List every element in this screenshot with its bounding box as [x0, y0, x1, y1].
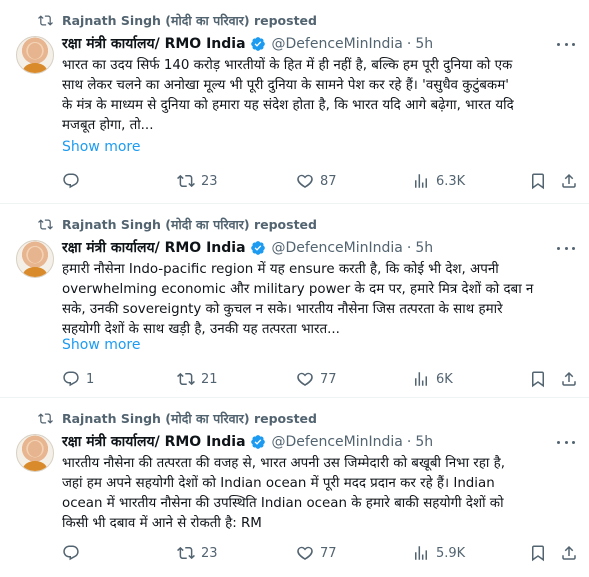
timestamp[interactable]: 5h: [415, 34, 433, 54]
retweet-icon: [177, 372, 195, 386]
reply-button[interactable]: [62, 172, 86, 190]
repost-context[interactable]: Rajnath Singh (मोदी का परिवार) reposted: [38, 410, 317, 427]
bookmark-button[interactable]: [529, 172, 547, 190]
bookmark-icon: [532, 545, 544, 562]
like-button[interactable]: 77: [296, 544, 337, 562]
reply-button[interactable]: 1: [62, 370, 94, 388]
retweet-button[interactable]: 23: [177, 172, 218, 190]
share-button[interactable]: [560, 370, 578, 388]
retweet-count: 23: [201, 173, 218, 189]
repost-context[interactable]: Rajnath Singh (मोदी का परिवार) reposted: [38, 12, 317, 29]
tweet[interactable]: Rajnath Singh (मोदी का परिवार) reposted …: [0, 204, 589, 398]
author-name[interactable]: रक्षा मंत्री कार्यालय/ RMO India: [62, 432, 246, 452]
views-count: 6K: [436, 371, 453, 387]
retweet-button[interactable]: 23: [177, 544, 218, 562]
tweet-actions: 1 21 77 6K: [62, 370, 577, 390]
tweet-text: भारतीय नौसेना की तत्परता की वजह से, भारत…: [62, 456, 505, 531]
tweet[interactable]: Rajnath Singh (मोदी का परिवार) reposted …: [0, 0, 589, 204]
views-count: 5.9K: [436, 545, 466, 561]
retweet-count: 23: [201, 545, 218, 561]
tweet-text: हमारी नौसेना Indo-pacific region में यह …: [62, 262, 534, 337]
heart-icon: [297, 372, 313, 386]
more-options-icon[interactable]: [557, 38, 575, 50]
share-button[interactable]: [560, 544, 578, 562]
separator: ·: [406, 36, 412, 52]
avatar[interactable]: [16, 36, 54, 74]
bookmark-icon: [532, 173, 544, 190]
repost-context[interactable]: Rajnath Singh (मोदी का परिवार) reposted: [38, 216, 317, 233]
views-button[interactable]: 6.3K: [412, 172, 465, 190]
retweet-count: 21: [201, 371, 218, 387]
views-button[interactable]: 6K: [412, 370, 453, 388]
repost-label: Rajnath Singh (मोदी का परिवार) reposted: [62, 217, 317, 232]
author-handle[interactable]: @DefenceMinIndia: [272, 34, 403, 54]
like-count: 77: [320, 545, 337, 561]
show-more-link[interactable]: Show more: [62, 337, 141, 353]
tweet[interactable]: Rajnath Singh (मोदी का परिवार) reposted …: [0, 398, 589, 577]
separator: ·: [406, 434, 412, 450]
avatar[interactable]: [16, 434, 54, 472]
repost-label: Rajnath Singh (मोदी का परिवार) reposted: [62, 13, 317, 28]
like-button[interactable]: 77: [296, 370, 337, 388]
author-handle[interactable]: @DefenceMinIndia: [272, 432, 403, 452]
views-icon: [415, 372, 427, 386]
share-icon: [562, 545, 576, 560]
share-button[interactable]: [560, 172, 578, 190]
more-options-icon[interactable]: [557, 436, 575, 448]
repost-icon: [38, 219, 53, 230]
repost-label: Rajnath Singh (मोदी का परिवार) reposted: [62, 411, 317, 426]
timestamp[interactable]: 5h: [415, 238, 433, 258]
heart-icon: [297, 546, 313, 560]
tweet-header: रक्षा मंत्री कार्यालय/ RMO India @Defenc…: [62, 34, 433, 54]
heart-icon: [297, 174, 313, 188]
reply-count: 1: [86, 371, 95, 387]
reply-icon: [63, 545, 79, 561]
views-count: 6.3K: [436, 173, 466, 189]
show-more-link[interactable]: Show more: [62, 139, 141, 155]
like-count: 87: [320, 173, 337, 189]
separator: ·: [406, 240, 412, 256]
repost-icon: [38, 413, 53, 424]
like-button[interactable]: 87: [296, 172, 337, 190]
retweet-button[interactable]: 21: [177, 370, 218, 388]
bookmark-button[interactable]: [529, 544, 547, 562]
views-button[interactable]: 5.9K: [412, 544, 465, 562]
bookmark-button[interactable]: [529, 370, 547, 388]
timestamp[interactable]: 5h: [415, 432, 433, 452]
share-icon: [562, 371, 576, 386]
bookmark-icon: [532, 371, 544, 388]
reply-icon: [63, 173, 79, 189]
reply-button[interactable]: [62, 544, 86, 562]
tweet-header: रक्षा मंत्री कार्यालय/ RMO India @Defenc…: [62, 432, 433, 452]
retweet-icon: [177, 546, 195, 560]
verified-badge-icon: [250, 435, 265, 449]
more-options-icon[interactable]: [557, 242, 575, 254]
retweet-icon: [177, 174, 195, 188]
tweet-actions: 23 87 6.3K: [62, 172, 577, 192]
reply-icon: [63, 371, 79, 387]
views-icon: [415, 174, 427, 188]
author-name[interactable]: रक्षा मंत्री कार्यालय/ RMO India: [62, 34, 246, 54]
share-icon: [562, 173, 576, 188]
views-icon: [415, 546, 427, 560]
author-name[interactable]: रक्षा मंत्री कार्यालय/ RMO India: [62, 238, 246, 258]
repost-icon: [38, 15, 53, 26]
verified-badge-icon: [250, 37, 265, 51]
like-count: 77: [320, 371, 337, 387]
tweet-header: रक्षा मंत्री कार्यालय/ RMO India @Defenc…: [62, 238, 433, 258]
tweet-text: भारत का उदय सिर्फ 140 करोड़ भारतीयों के …: [62, 58, 514, 133]
author-handle[interactable]: @DefenceMinIndia: [272, 238, 403, 258]
tweet-actions: 23 77 5.9K: [62, 544, 577, 564]
avatar[interactable]: [16, 240, 54, 278]
verified-badge-icon: [250, 241, 265, 255]
